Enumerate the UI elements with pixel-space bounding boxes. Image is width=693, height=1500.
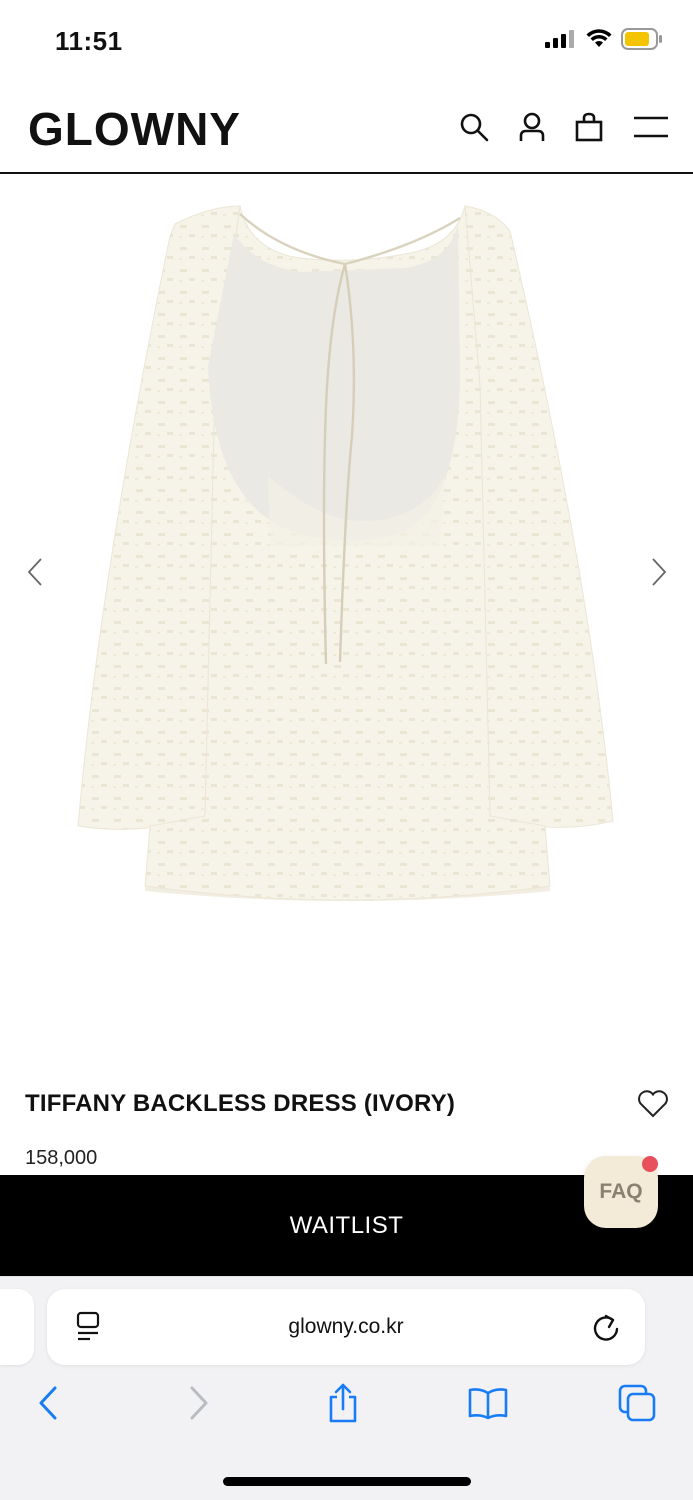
- tabs-button[interactable]: [615, 1381, 659, 1425]
- product-name: TIFFANY BACKLESS DRESS (IVORY): [25, 1090, 456, 1117]
- address-url: glowny.co.kr: [288, 1315, 404, 1338]
- brand-logo[interactable]: GLOWNY: [28, 102, 241, 156]
- signal-icon: [545, 30, 574, 48]
- tabs-icon: [618, 1384, 656, 1422]
- home-indicator: [223, 1477, 471, 1486]
- product-image: [77, 205, 614, 901]
- notification-badge: [642, 1156, 658, 1172]
- shopping-bag-icon[interactable]: [571, 109, 607, 145]
- bookmarks-icon: [468, 1388, 508, 1420]
- gallery-prev-button[interactable]: [20, 552, 50, 592]
- battery-icon: [621, 28, 662, 50]
- share-button[interactable]: [321, 1381, 365, 1425]
- heart-icon: [638, 1090, 668, 1118]
- site-header: GLOWNY: [0, 84, 693, 174]
- back-icon: [39, 1386, 57, 1420]
- browser-forward-button[interactable]: [177, 1381, 221, 1425]
- account-icon[interactable]: [514, 109, 550, 145]
- faq-label: FAQ: [599, 1180, 643, 1203]
- chevron-right-icon: [652, 558, 667, 586]
- status-icons: [545, 28, 663, 50]
- bookmarks-button[interactable]: [466, 1381, 510, 1425]
- faq-button[interactable]: FAQ: [584, 1156, 658, 1228]
- wishlist-button[interactable]: [636, 1088, 670, 1120]
- reload-icon[interactable]: [591, 1311, 621, 1343]
- status-time: 11:51: [55, 26, 123, 56]
- share-icon: [329, 1383, 357, 1423]
- browser-toolbar: glowny.co.kr: [0, 1276, 693, 1500]
- search-icon[interactable]: [456, 109, 492, 145]
- status-bar: 11:51: [0, 0, 693, 84]
- menu-icon[interactable]: [632, 109, 670, 145]
- product-gallery[interactable]: [0, 176, 693, 1046]
- chevron-left-icon: [27, 558, 42, 586]
- gallery-next-button[interactable]: [644, 552, 674, 592]
- browser-back-button[interactable]: [26, 1381, 70, 1425]
- product-price: 158,000: [25, 1147, 98, 1169]
- previous-tab-preview[interactable]: [0, 1289, 34, 1365]
- wifi-icon: [586, 29, 612, 47]
- address-bar[interactable]: glowny.co.kr: [47, 1289, 645, 1365]
- forward-icon: [190, 1386, 208, 1420]
